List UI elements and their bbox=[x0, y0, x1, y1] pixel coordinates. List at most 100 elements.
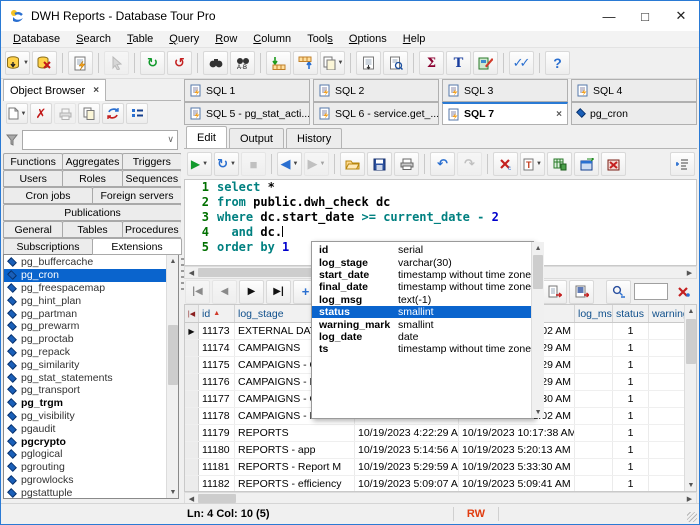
sql-tab-sql-2[interactable]: SQL 2 bbox=[313, 79, 439, 102]
minimize-button[interactable]: — bbox=[591, 1, 627, 31]
text-options-button[interactable]: T ▼ bbox=[520, 152, 545, 176]
copy-object-button[interactable] bbox=[78, 103, 100, 124]
connect-database-button[interactable]: ▼ bbox=[5, 51, 30, 75]
extension-item[interactable]: pg_trgm bbox=[4, 397, 166, 410]
maximize-button[interactable]: □ bbox=[627, 1, 663, 31]
stop-button[interactable]: ■ bbox=[241, 152, 266, 176]
quick-filter-input[interactable] bbox=[634, 283, 668, 300]
print-data-button[interactable] bbox=[356, 51, 381, 75]
new-window-button[interactable] bbox=[574, 152, 599, 176]
grid-row[interactable]: 11182REPORTS - efficiency10/19/2023 5:09… bbox=[185, 476, 684, 491]
category-tab-roles[interactable]: Roles bbox=[62, 170, 122, 187]
category-tab-aggregates[interactable]: Aggregates bbox=[62, 153, 122, 170]
extension-item[interactable]: pg_repack bbox=[4, 346, 166, 359]
reexecute-button[interactable]: ↻▼ bbox=[214, 152, 239, 176]
extension-item[interactable]: pgstattuple bbox=[4, 486, 166, 498]
extension-item[interactable]: pg_transport bbox=[4, 384, 166, 397]
clear-sql-button[interactable]: c bbox=[493, 152, 518, 176]
menu-item-table[interactable]: Table bbox=[119, 32, 161, 46]
disconnect-database-button[interactable] bbox=[32, 51, 57, 75]
grid-vscrollbar[interactable]: ▲ ▼ bbox=[684, 305, 696, 491]
extension-item[interactable]: pg_freespacemap bbox=[4, 282, 166, 295]
extension-item[interactable]: pg_partman bbox=[4, 307, 166, 320]
redo-query-button[interactable]: ↻ bbox=[140, 51, 165, 75]
extension-item[interactable]: pg_proctab bbox=[4, 333, 166, 346]
extension-item[interactable]: pg_cron bbox=[4, 269, 166, 282]
menu-item-options[interactable]: Options bbox=[341, 32, 395, 46]
menu-item-help[interactable]: Help bbox=[395, 32, 434, 46]
validate-sql-button[interactable]: ✓✓ bbox=[509, 51, 534, 75]
category-tab-triggers[interactable]: Triggers bbox=[122, 153, 182, 170]
nav-back-button[interactable]: ◀▼ bbox=[277, 152, 302, 176]
grid-row[interactable]: 11180REPORTS - app10/19/2023 5:14:56 AM1… bbox=[185, 442, 684, 459]
text-mode-button[interactable]: T bbox=[446, 51, 471, 75]
autocomplete-item-log_msg[interactable]: log_msgtext(-1) bbox=[312, 294, 531, 306]
goto-pointer-button[interactable] bbox=[104, 51, 129, 75]
extension-item[interactable]: pgrouting bbox=[4, 461, 166, 474]
object-filter-combobox[interactable]: ∨ bbox=[22, 130, 178, 150]
autocomplete-item-ts[interactable]: tstimestamp without time zone bbox=[312, 343, 531, 355]
copy-special-button[interactable]: ▼ bbox=[320, 51, 345, 75]
locate-record-button[interactable] bbox=[606, 280, 631, 304]
delete-object-button[interactable]: ✗ bbox=[30, 103, 52, 124]
grid-header-id[interactable]: id▲ bbox=[199, 305, 235, 322]
redo-button[interactable]: ↷ bbox=[457, 152, 482, 176]
menu-item-search[interactable]: Search bbox=[68, 32, 119, 46]
autocomplete-item-final_date[interactable]: final_datetimestamp without time zone bbox=[312, 281, 531, 293]
next-record-button[interactable]: ▶ bbox=[239, 280, 264, 304]
sql-tab-sql-5-pg-stat-acti-[interactable]: SQL 5 - pg_stat_acti... bbox=[184, 102, 310, 125]
resize-grip[interactable] bbox=[687, 512, 697, 522]
object-browser-tab[interactable]: Object Browser × bbox=[3, 79, 106, 101]
toggle-gutter-button[interactable] bbox=[670, 152, 695, 176]
autocomplete-scrollbar[interactable]: ▲ ▼ bbox=[531, 242, 544, 418]
category-tab-sequences[interactable]: Sequences bbox=[122, 170, 182, 187]
print-preview-button[interactable] bbox=[383, 51, 408, 75]
extension-item[interactable]: pg_visibility bbox=[4, 410, 166, 423]
sql-tab-sql-7[interactable]: SQL 7× bbox=[442, 102, 568, 125]
object-browser-close-icon[interactable]: × bbox=[93, 85, 99, 96]
extension-item[interactable]: pgaudit bbox=[4, 422, 166, 435]
grid-header-log_msg[interactable]: log_msg bbox=[575, 305, 613, 322]
report-designer-button[interactable] bbox=[473, 51, 498, 75]
category-tab-general[interactable]: General bbox=[3, 221, 63, 238]
undo-button[interactable]: ↶ bbox=[430, 152, 455, 176]
aggregate-sigma-button[interactable]: Σ bbox=[419, 51, 444, 75]
editor-tab-history[interactable]: History bbox=[286, 128, 342, 148]
menu-item-query[interactable]: Query bbox=[161, 32, 207, 46]
menu-item-tools[interactable]: Tools bbox=[299, 32, 341, 46]
category-tab-cron-jobs[interactable]: Cron jobs bbox=[3, 187, 93, 204]
sql-tab-pg-cron[interactable]: pg_cron bbox=[571, 102, 697, 125]
sql-tab-sql-6-service-get-[interactable]: SQL 6 - service.get_... bbox=[313, 102, 439, 125]
sql-tab-sql-4[interactable]: SQL 4 bbox=[571, 79, 697, 102]
cancel-filter-button[interactable] bbox=[671, 280, 696, 304]
editor-tab-output[interactable]: Output bbox=[229, 128, 284, 148]
sql-tab-sql-1[interactable]: SQL 1 bbox=[184, 79, 310, 102]
category-tab-users[interactable]: Users bbox=[3, 170, 63, 187]
replace-button[interactable]: A·B bbox=[230, 51, 255, 75]
category-tab-procedures[interactable]: Procedures bbox=[122, 221, 182, 238]
autocomplete-item-log_date[interactable]: log_datedate bbox=[312, 331, 531, 343]
extension-item[interactable]: pgrowlocks bbox=[4, 474, 166, 487]
run-query-button[interactable]: ▶▼ bbox=[187, 152, 212, 176]
category-tab-subscriptions[interactable]: Subscriptions bbox=[3, 238, 93, 255]
close-tab-icon[interactable]: × bbox=[556, 109, 562, 120]
category-tab-functions[interactable]: Functions bbox=[3, 153, 63, 170]
open-file-button[interactable] bbox=[340, 152, 365, 176]
nav-forward-button[interactable]: ▶▼ bbox=[304, 152, 329, 176]
category-tab-extensions[interactable]: Extensions bbox=[92, 238, 182, 255]
extension-item[interactable]: pg_prewarm bbox=[4, 320, 166, 333]
print-objects-button[interactable] bbox=[54, 103, 76, 124]
close-button[interactable]: ✕ bbox=[663, 1, 699, 31]
category-tab-publications[interactable]: Publications bbox=[3, 204, 182, 221]
extension-item[interactable]: pgcrypto bbox=[4, 435, 166, 448]
last-record-button[interactable]: ▶| bbox=[266, 280, 291, 304]
grid-row[interactable]: 11179REPORTS10/19/2023 4:22:29 AM10/19/2… bbox=[185, 425, 684, 442]
autocomplete-item-status[interactable]: statussmallint bbox=[312, 306, 531, 318]
sql-tab-sql-3[interactable]: SQL 3 bbox=[442, 79, 568, 102]
grid-row[interactable]: 11181REPORTS - Report M10/19/2023 5:29:5… bbox=[185, 459, 684, 476]
extension-item[interactable]: pg_stat_statements bbox=[4, 371, 166, 384]
save-file-button[interactable] bbox=[367, 152, 392, 176]
autocomplete-item-log_stage[interactable]: log_stagevarchar(30) bbox=[312, 256, 531, 268]
extension-item[interactable]: pg_buffercache bbox=[4, 256, 166, 269]
category-tab-tables[interactable]: Tables bbox=[62, 221, 122, 238]
